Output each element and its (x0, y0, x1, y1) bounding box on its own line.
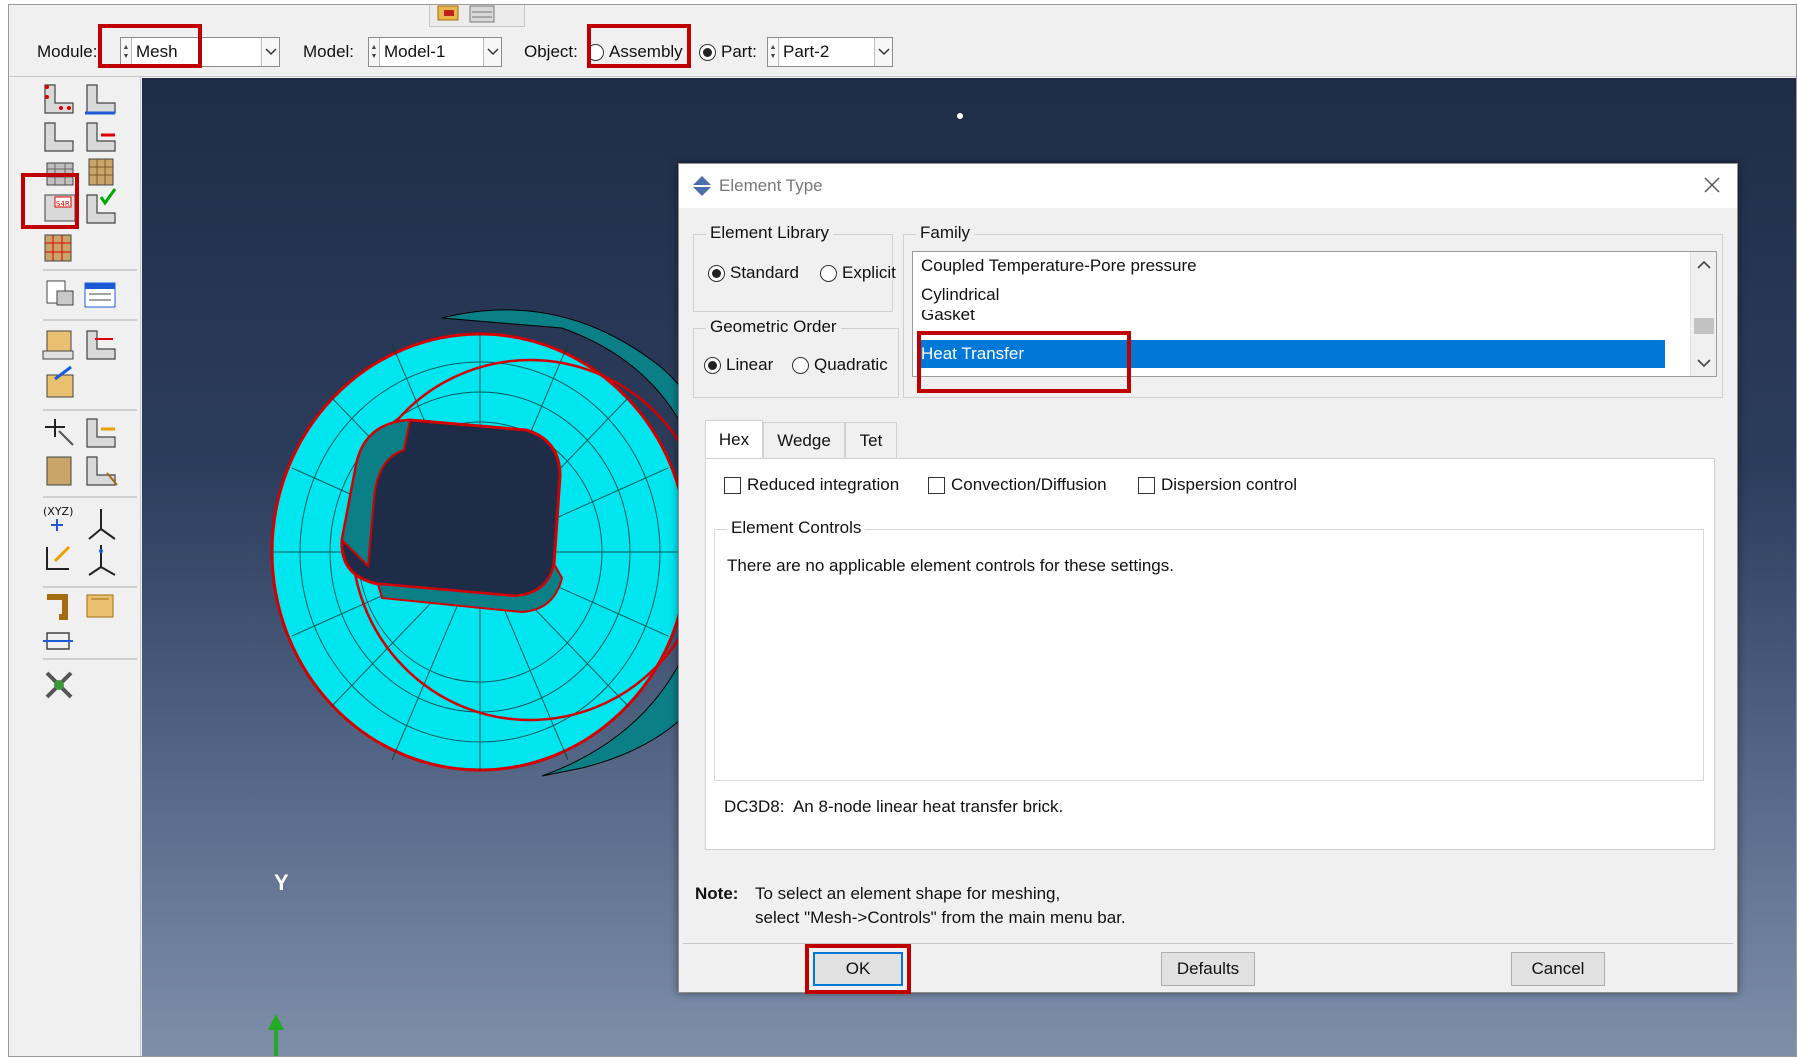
svg-text:(XYZ): (XYZ) (43, 505, 73, 518)
datum-csys-icon (88, 509, 116, 540)
virtual-topology-icon (88, 545, 116, 576)
quadratic-radio[interactable]: Quadratic (792, 355, 888, 375)
close-icon[interactable] (1699, 172, 1725, 198)
module-value: Mesh (136, 42, 178, 61)
element-library-group: Element Library Standard Explicit (693, 223, 896, 312)
checkbox-icon (928, 476, 945, 494)
radio-icon (820, 264, 837, 282)
model-label: Model: (303, 42, 355, 61)
tab-wedge[interactable]: Wedge (763, 422, 845, 458)
rebuild-icon (43, 632, 73, 650)
radio-selected-icon (704, 356, 721, 374)
element-library-title: Element Library (706, 223, 834, 243)
element-type-dialog: Element Type Element Library Standard Ex… (678, 163, 1738, 994)
checkbox-icon (724, 476, 741, 494)
repair-icon (47, 594, 68, 620)
partition-cell-icon (86, 418, 116, 448)
module-label: Module: (37, 42, 98, 61)
linear-radio[interactable]: Linear (704, 355, 773, 375)
element-controls-message: There are no applicable element controls… (727, 556, 1174, 575)
button-separator (683, 943, 1733, 944)
create-set-icon (42, 330, 74, 360)
object-label: Object: (524, 42, 578, 61)
assembly-radio-label: Assembly (609, 42, 683, 61)
create-surface-icon (86, 330, 116, 360)
seed-part-icon (44, 84, 74, 114)
repair-feature-icon (86, 594, 114, 618)
radio-icon (792, 356, 809, 374)
convection-diffusion-checkbox[interactable]: Convection/Diffusion (928, 475, 1107, 495)
model-spin[interactable]: ▲ ▼ (369, 38, 380, 66)
part-radio[interactable]: Part: (699, 37, 757, 67)
mesh-toolbox: S4R (XYZ) (25, 77, 141, 1056)
module-spin[interactable]: ▲ ▼ (121, 38, 132, 66)
element-controls-title: Element Controls (727, 518, 866, 538)
datum-axis-icon (86, 456, 118, 486)
defaults-button[interactable]: Defaults (1161, 952, 1255, 986)
mesh-part-icon (44, 234, 72, 262)
note-label: Note: (695, 884, 739, 903)
delete-edge-seeds-icon (86, 122, 116, 152)
model-value: Model-1 (384, 42, 446, 61)
query-icon (46, 365, 74, 398)
top-toolbar-fragment (429, 5, 525, 27)
geometric-order-title: Geometric Order (706, 317, 841, 337)
ok-button[interactable]: OK (813, 952, 903, 986)
datum-point-icon (46, 456, 72, 486)
partition-face-icon (45, 419, 74, 446)
geometric-order-group: Geometric Order Linear Quadratic (693, 317, 899, 398)
seed-edge-icon (85, 84, 116, 115)
note-line-2: select "Mesh->Controls" from the main me… (755, 908, 1126, 927)
standard-radio[interactable]: Standard (708, 263, 799, 283)
family-item[interactable]: Coupled Temperature-Pore pressure (918, 252, 1197, 280)
element-controls-group: Element Controls There are no applicable… (714, 518, 1704, 781)
part-value: Part-2 (783, 42, 830, 61)
chevron-down-icon[interactable] (483, 38, 501, 66)
chevron-down-icon[interactable] (874, 38, 892, 66)
radio-icon (587, 43, 604, 61)
dialog-title: Element Type (719, 176, 823, 195)
tab-hex[interactable]: Hex (705, 420, 763, 458)
element-description: DC3D8: An 8-node linear heat transfer br… (724, 797, 1064, 816)
model-combo[interactable]: ▲ ▼ Model-1 (368, 37, 502, 67)
create-mesh-part-icon (46, 280, 74, 306)
dispersion-control-checkbox[interactable]: Dispersion control (1138, 475, 1297, 495)
tab-tet[interactable]: Tet (845, 422, 897, 458)
y-axis-label: Y (274, 870, 289, 895)
dialog-titlebar: Element Type (679, 164, 1737, 208)
family-group: Family Coupled Temperature-Pore pressure… (903, 223, 1723, 398)
explicit-radio[interactable]: Explicit (820, 263, 896, 283)
chevron-down-icon[interactable] (261, 38, 279, 66)
edit-mesh-icon (84, 282, 116, 308)
hex-tab-panel: Reduced integration Convection/Diffusion… (705, 458, 1715, 850)
note-line-1: To select an element shape for meshing, (755, 884, 1061, 903)
checkbox-icon (1138, 476, 1155, 494)
context-bar: Module: ▲ ▼ Mesh Model: ▲ ▼ Model-1 Object… (9, 27, 1796, 77)
family-title: Family (916, 223, 975, 243)
verify-mesh-icon (86, 188, 117, 224)
reduced-integration-checkbox[interactable]: Reduced integration (724, 475, 899, 495)
dialog-app-icon (692, 176, 712, 196)
part-combo[interactable]: ▲ ▼ Part-2 (767, 37, 893, 67)
part-spin[interactable]: ▲ ▼ (768, 38, 779, 66)
cancel-button[interactable]: Cancel (1511, 952, 1605, 986)
mesh-controls-icon (46, 162, 74, 186)
delete-part-seeds-icon (44, 122, 74, 152)
assign-element-type-button[interactable] (37, 191, 79, 233)
geometry-edit-icon (46, 545, 71, 570)
family-item[interactable]: Cylindrical (918, 281, 999, 309)
datum-plane-icon: (XYZ) (43, 505, 73, 531)
family-listbox[interactable]: Coupled Temperature-Pore pressure Cylind… (912, 251, 1717, 377)
family-scrollbar[interactable] (1690, 252, 1716, 376)
tools-icon (45, 671, 73, 699)
part-radio-label: Part: (721, 42, 757, 61)
radio-selected-icon (699, 43, 716, 61)
radio-selected-icon (708, 264, 725, 282)
tab-strip: Hex Wedge Tet (705, 420, 1715, 462)
family-item-selected[interactable]: Heat Transfer (918, 340, 1665, 368)
family-item[interactable]: Gasket (918, 310, 975, 328)
module-combo[interactable]: ▲ ▼ Mesh (120, 37, 280, 67)
assembly-radio[interactable]: Assembly (587, 37, 683, 67)
assign-mesh-controls-icon (88, 158, 114, 186)
